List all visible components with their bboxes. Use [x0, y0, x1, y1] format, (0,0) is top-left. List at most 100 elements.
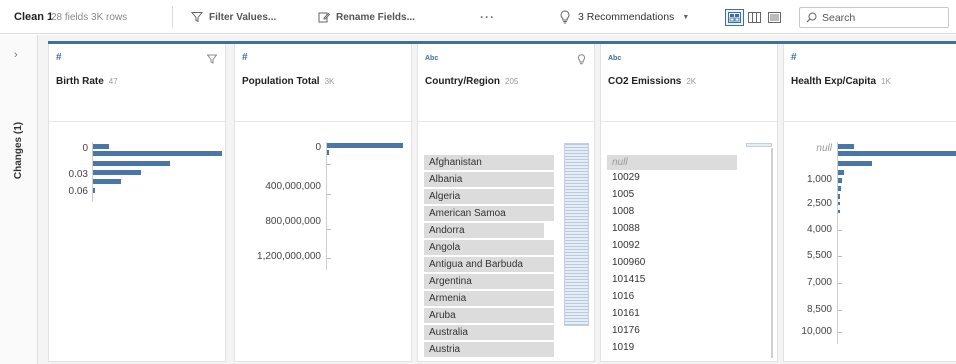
filter-applied-icon[interactable] [207, 54, 217, 64]
rename-fields-button[interactable]: Rename Fields... [318, 0, 415, 34]
histogram-bar[interactable] [838, 210, 840, 213]
category-value[interactable]: 10176 [612, 325, 640, 336]
chevron-down-icon: ▼ [682, 13, 690, 21]
category-value[interactable]: Albania [424, 172, 554, 187]
histogram-tick [327, 164, 331, 165]
category-value[interactable]: 101415 [612, 274, 645, 285]
category-value[interactable]: 10161 [612, 308, 640, 319]
changes-label[interactable]: Changes (1) [2, 120, 36, 180]
histogram-bar[interactable] [838, 202, 840, 205]
field-card-health-exp-capita[interactable]: # Health Exp/Capita 1K null 1,000 2,500 4… [783, 44, 956, 362]
field-title[interactable]: CO2 Emissions 2K [608, 76, 696, 87]
axis-label: 7,000 [806, 277, 832, 288]
histogram-bar[interactable] [838, 194, 840, 199]
histogram-tick [838, 310, 842, 311]
step-name: Clean 1 [14, 11, 54, 23]
histogram-bar[interactable] [838, 144, 854, 149]
distinct-count: 1K [881, 77, 891, 86]
category-value[interactable]: Antigua and Barbuda [424, 257, 554, 272]
category-value[interactable]: 10088 [612, 223, 640, 234]
string-type-icon[interactable]: Abc [425, 55, 438, 62]
axis-label: null [816, 143, 832, 154]
axis-label: 0.03 [68, 169, 88, 180]
overview-scroll-map[interactable] [564, 143, 589, 326]
histogram-bar[interactable] [93, 151, 222, 156]
toolbar-divider [172, 6, 173, 28]
field-card-co2-emissions[interactable]: Abc CO2 Emissions 2K null 10029 1005 1008… [600, 44, 778, 362]
histogram-bar[interactable] [838, 186, 841, 191]
card-divider [601, 121, 777, 122]
axis-label: 400,000,000 [265, 181, 321, 192]
category-value[interactable]: Afghanistan [424, 155, 554, 170]
field-title[interactable]: Health Exp/Capita 1K [791, 76, 891, 87]
card-divider [784, 121, 956, 122]
profile-pane: # Birth Rate 47 0 0.03 0.06 # Population … [38, 35, 956, 364]
category-value[interactable]: Andorra [424, 223, 544, 238]
histogram-tick [327, 258, 331, 259]
expand-changes-icon[interactable]: › [14, 49, 18, 61]
data-grid-view-icon[interactable] [766, 10, 783, 25]
rename-icon [318, 12, 330, 23]
filter-values-button[interactable]: Filter Values... [191, 0, 276, 34]
string-type-icon[interactable]: Abc [608, 55, 621, 62]
field-card-country-region[interactable]: Abc Country/Region 205 Afghanistan Albani… [417, 44, 595, 362]
histogram-bar[interactable] [838, 170, 844, 175]
number-type-icon[interactable]: # [56, 52, 62, 63]
histogram-bar[interactable] [327, 143, 403, 148]
category-value[interactable]: 1019 [612, 342, 634, 353]
distinct-count: 47 [108, 77, 118, 86]
category-value[interactable]: American Samoa [424, 206, 554, 221]
category-value[interactable]: Armenia [424, 291, 554, 306]
histogram-bar[interactable] [327, 150, 329, 155]
toolbar: Clean 1 28 fields 3K rows Filter Values.… [0, 0, 956, 34]
histogram-bar[interactable] [93, 144, 109, 149]
category-value[interactable]: Argentina [424, 274, 554, 289]
scroll-track[interactable] [771, 148, 773, 358]
category-value[interactable]: Aruba [424, 308, 554, 323]
histogram-bar[interactable] [93, 170, 141, 175]
distinct-count: 205 [505, 77, 519, 86]
list-view-icon[interactable] [746, 10, 763, 25]
axis-label: 0 [82, 143, 88, 154]
field-title[interactable]: Birth Rate 47 [56, 76, 118, 87]
axis-label: 1,200,000,000 [257, 251, 321, 262]
histogram-bar[interactable] [93, 188, 95, 193]
axis-line [326, 142, 327, 270]
recommendations-label: 3 Recommendations [578, 11, 675, 23]
histogram-bar[interactable] [93, 179, 121, 184]
search-field[interactable] [799, 7, 949, 28]
category-value[interactable]: 1005 [612, 189, 634, 200]
histogram-bar[interactable] [838, 151, 956, 156]
histogram-bar[interactable] [838, 178, 842, 183]
card-divider [49, 121, 225, 122]
category-value[interactable]: 1016 [612, 291, 634, 302]
field-card-birth-rate[interactable]: # Birth Rate 47 0 0.03 0.06 [48, 44, 226, 362]
field-title[interactable]: Country/Region 205 [425, 76, 518, 87]
category-value[interactable]: 10029 [612, 172, 640, 183]
category-value[interactable]: Angola [424, 240, 554, 255]
category-value[interactable]: 100960 [612, 257, 645, 268]
field-title[interactable]: Population Total 3K [242, 76, 334, 87]
axis-label: 4,000 [806, 224, 832, 235]
recommendations-dropdown[interactable]: 3 Recommendations ▼ [559, 0, 689, 34]
number-type-icon[interactable]: # [242, 52, 248, 63]
profile-view-icon[interactable] [725, 8, 744, 26]
category-value[interactable]: Austria [424, 342, 554, 357]
category-value[interactable]: 10092 [612, 240, 640, 251]
overview-scroll-map[interactable] [746, 143, 772, 147]
null-value[interactable]: null [607, 155, 737, 170]
field-card-population-total[interactable]: # Population Total 3K 0 400,000,000 800,0… [234, 44, 412, 362]
category-value[interactable]: Australia [424, 325, 554, 340]
number-type-icon[interactable]: # [791, 52, 797, 63]
axis-label: 10,000 [801, 326, 832, 337]
more-options-button[interactable]: ··· [480, 0, 495, 34]
search-input[interactable] [822, 11, 942, 24]
histogram-bar[interactable] [93, 161, 170, 166]
lightbulb-icon[interactable] [577, 54, 586, 65]
category-value[interactable]: Algeria [424, 189, 554, 204]
card-divider [418, 121, 594, 122]
histogram-bar[interactable] [838, 161, 872, 166]
filter-values-label: Filter Values... [209, 11, 277, 23]
histogram-tick [838, 332, 842, 333]
category-value[interactable]: 1008 [612, 206, 634, 217]
